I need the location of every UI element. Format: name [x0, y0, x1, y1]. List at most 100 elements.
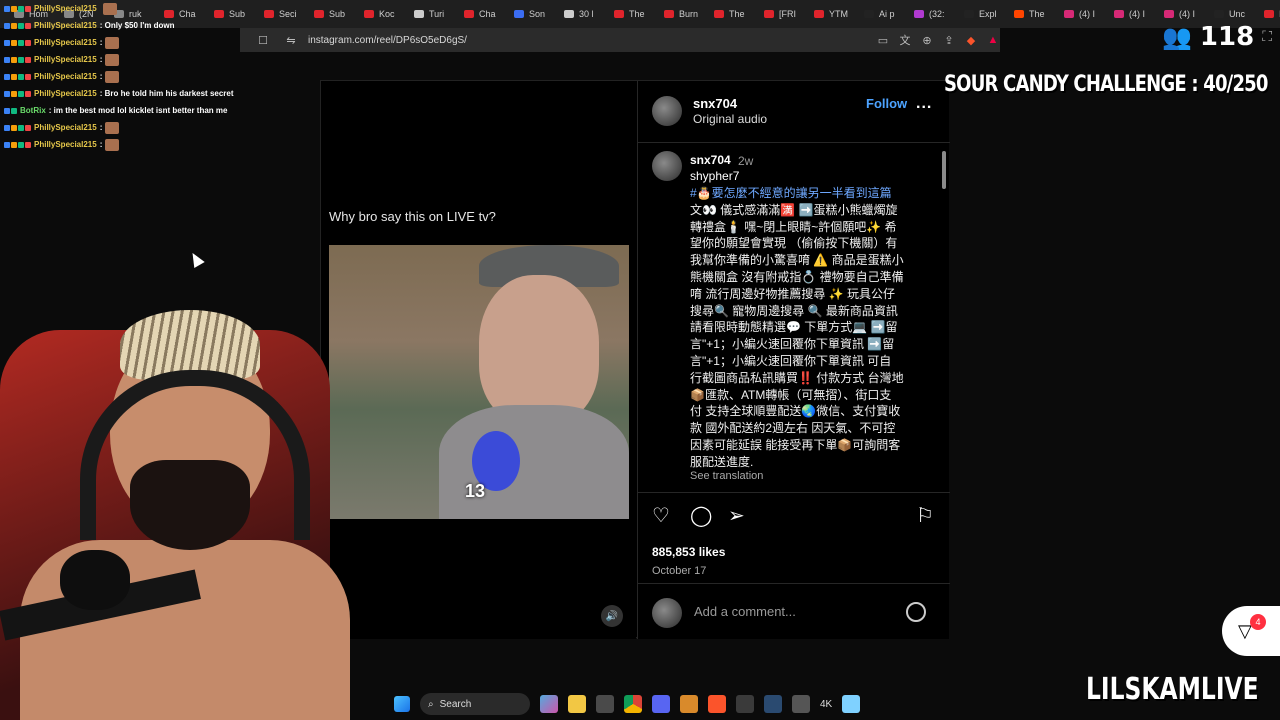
tab-label: YTM — [829, 9, 848, 19]
steam-icon[interactable] — [764, 695, 782, 713]
notification-widget[interactable]: ▽ 4 M — [1222, 606, 1280, 656]
brave-icon[interactable] — [708, 695, 726, 713]
caption-text: #🎂要怎麼不經意的讓另一半看到這篇 文👀 儀式感滿滿🈵 ➡️蛋糕小熊蠟燭旋 轉禮盒🕯… — [690, 185, 928, 471]
browser-tab[interactable]: YTM — [806, 0, 856, 28]
viewer-count: 118 — [1199, 22, 1255, 52]
xbox-icon[interactable] — [736, 695, 754, 713]
browser-tab[interactable]: Cha — [456, 0, 506, 28]
browser-tab[interactable]: Burn — [656, 0, 706, 28]
chat-username[interactable]: PhillySpecial215 — [34, 0, 97, 17]
share-icon[interactable]: ⇪ — [942, 33, 956, 47]
caption-line: 付 支持全球順豐配送🌏微信、支付寶收 — [690, 404, 901, 419]
chat-badge-icon — [11, 56, 17, 63]
browser-tab[interactable]: [FRI — [756, 0, 806, 28]
app-icon[interactable] — [680, 695, 698, 713]
bookmark-icon[interactable]: ☐ — [256, 33, 270, 47]
bookmark-icon[interactable]: ⚐ — [916, 503, 934, 528]
browser-tab[interactable]: The — [606, 0, 656, 28]
comment-input[interactable]: Add a comment... — [694, 604, 796, 619]
comment-icon[interactable]: ◯ — [690, 503, 712, 528]
see-translation-link[interactable]: See translation — [690, 470, 763, 482]
browser-tab[interactable]: Ai p — [856, 0, 906, 28]
emoji-icon[interactable] — [906, 602, 926, 622]
more-options-button[interactable]: ... — [916, 95, 932, 113]
chat-username[interactable]: PhillySpecial215 — [34, 85, 97, 102]
file-explorer-icon[interactable] — [568, 695, 586, 713]
browser-tab[interactable]: (32: — [906, 0, 956, 28]
caption-scrollbar[interactable] — [940, 143, 948, 492]
author-avatar[interactable] — [652, 96, 682, 126]
site-settings-icon[interactable]: ⇋ — [284, 33, 298, 47]
tab-label: Unc — [1229, 9, 1246, 19]
chat-badge-icon — [25, 39, 31, 46]
user-avatar — [652, 598, 682, 628]
challenge-banner: SOUR CANDY CHALLENGE : 40/250 — [944, 72, 1268, 97]
caption-line: 望你的願望會實現 （偷偷按下機關）有 — [690, 236, 898, 251]
chat-text: : — [99, 140, 103, 149]
notepad-icon[interactable] — [842, 695, 861, 713]
heart-icon[interactable]: ♡ — [652, 503, 670, 528]
chat-username[interactable]: PhillySpecial215 — [34, 136, 97, 153]
chat-username[interactable]: BotRix — [20, 102, 46, 119]
chat-username[interactable]: PhillySpecial215 — [34, 34, 97, 51]
brave-shield-icon[interactable]: ◆ — [964, 33, 978, 47]
discord-icon[interactable] — [652, 695, 670, 713]
caption-username[interactable]: snx704 — [690, 153, 731, 167]
volume-button[interactable]: 🔊 — [601, 605, 623, 627]
chat-username[interactable]: PhillySpecial215 — [34, 119, 97, 136]
browser-tab[interactable]: Sub — [306, 0, 356, 28]
translate-icon[interactable]: 文 — [898, 33, 912, 47]
chat-badge-icon — [4, 141, 10, 148]
chat-emote — [105, 53, 120, 66]
chat-username[interactable]: PhillySpecial215 — [34, 17, 97, 34]
caption-line: 行截圖商品私訊購買‼️ 付款方式 台灣地 — [690, 370, 904, 385]
browser-tab[interactable]: (4) I — [1106, 0, 1156, 28]
tab-label: The — [629, 9, 645, 19]
browser-tab[interactable]: Son — [506, 0, 556, 28]
browser-tab[interactable]: (4) I — [1056, 0, 1106, 28]
chat-badge-icon — [4, 90, 10, 97]
browser-tab[interactable]: Seci — [256, 0, 306, 28]
likes-count[interactable]: 885,853 likes — [652, 545, 725, 559]
app-2-icon[interactable] — [792, 695, 810, 713]
copilot-icon[interactable] — [540, 695, 558, 713]
reel-video[interactable]: 13 — [329, 245, 629, 519]
url-text[interactable]: instagram.com/reel/DP6sO5eD6gS/ — [308, 35, 467, 46]
chat-message: PhillySpecial215 : — [4, 34, 244, 51]
follow-button[interactable]: Follow — [866, 96, 907, 111]
caption-tag[interactable]: shypher7 — [690, 169, 739, 183]
browser-tab[interactable]: Expl — [956, 0, 1006, 28]
rewards-icon[interactable]: ▲ — [986, 33, 1000, 47]
scrollbar-thumb[interactable] — [942, 151, 946, 189]
chat-badge-icon — [11, 22, 17, 29]
chat-username[interactable]: PhillySpecial215 — [34, 68, 97, 85]
video-caption: Why bro say this on LIVE tv? — [329, 209, 496, 224]
chrome-icon[interactable] — [624, 695, 642, 713]
chat-badge-icon — [18, 56, 24, 63]
search-icon: ⌕ — [428, 698, 434, 710]
audio-link[interactable]: Original audio — [693, 112, 767, 126]
tab-favicon-icon — [1064, 10, 1074, 18]
address-bar[interactable]: ☐ ⇋ instagram.com/reel/DP6sO5eD6gS/ ▭ 文 … — [240, 28, 1000, 52]
browser-tab[interactable]: Turi — [406, 0, 456, 28]
browser-tab[interactable]: Koc — [356, 0, 406, 28]
chat-username[interactable]: PhillySpecial215 — [34, 51, 97, 68]
reel-media[interactable]: Why bro say this on LIVE tv? 13 🔊 — [321, 81, 636, 639]
caption-line[interactable]: #🎂要怎麼不經意的讓另一半看到這篇 — [690, 185, 928, 202]
send-icon[interactable]: ➢ — [728, 503, 745, 528]
tab-label: [FRI — [779, 9, 796, 19]
browser-tab[interactable]: 30 l — [556, 0, 606, 28]
tray-label[interactable]: 4K — [820, 699, 832, 710]
caption-avatar[interactable] — [652, 151, 682, 181]
post-info: snx704 Original audio Follow ... snx704 … — [637, 81, 950, 639]
screen-icon[interactable]: ▭ — [876, 33, 890, 47]
zoom-icon[interactable]: ⊕ — [920, 33, 934, 47]
browser-tab[interactable]: The — [1006, 0, 1056, 28]
author-username[interactable]: snx704 — [693, 96, 737, 111]
tab-favicon-icon — [864, 10, 874, 18]
store-icon[interactable] — [596, 695, 614, 713]
windows-start-icon[interactable] — [394, 696, 410, 712]
taskbar-search[interactable]: ⌕ Search — [420, 693, 530, 715]
browser-tab[interactable]: The — [706, 0, 756, 28]
tab-favicon-icon — [914, 10, 924, 18]
